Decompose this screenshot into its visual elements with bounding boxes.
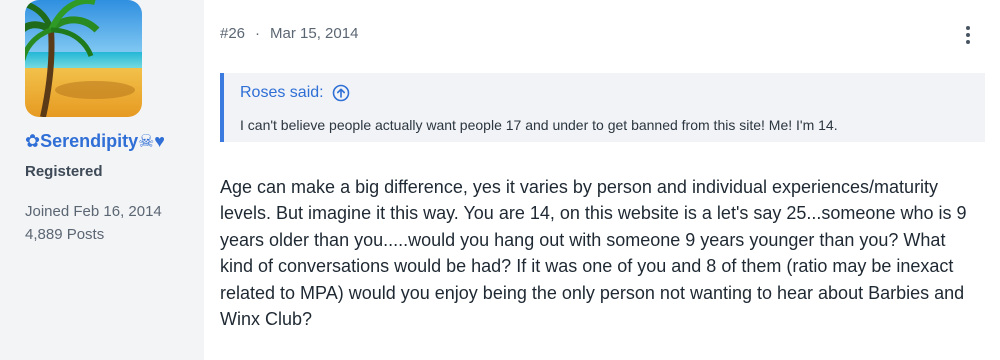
user-title: Registered [25,163,103,180]
post-meta: #26 · Mar 15, 2014 [220,25,358,42]
more-vertical-icon[interactable] [960,24,976,46]
quote-block: Roses said: I can't believe people actua… [220,73,985,142]
post-body: Age can make a big difference, yes it va… [220,177,967,330]
user-post-count: 4,889 Posts [25,226,105,243]
quote-header[interactable]: Roses said: [240,84,350,102]
quote-text: I can't believe people actually want peo… [240,117,838,133]
user-joined-date: Joined Feb 16, 2014 [25,203,162,220]
meta-separator: · [255,25,261,42]
quote-author-link[interactable]: Roses said: [240,84,324,102]
post-card: #26 · Mar 15, 2014 Roses said: I can't b… [204,0,1000,360]
username-link[interactable]: ✿Serendipity☠♥ [25,131,165,152]
post-number-link[interactable]: #26 [220,25,245,42]
user-info-panel: ✿Serendipity☠♥ Registered Joined Feb 16,… [0,0,204,360]
avatar-image [25,0,142,117]
arrow-up-circle-icon[interactable] [332,84,350,102]
post-date[interactable]: Mar 15, 2014 [270,25,358,42]
avatar[interactable] [25,0,142,117]
